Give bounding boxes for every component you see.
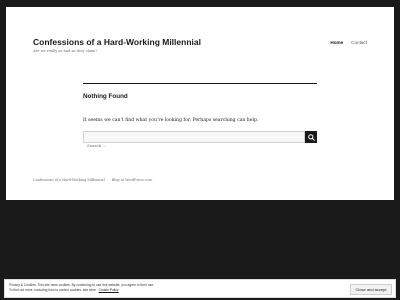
not-found-message: It seems we can’t find what you’re looki…: [83, 118, 259, 123]
footer-credit-link[interactable]: Blog at WordPress.com.: [112, 178, 153, 182]
cookie-policy-link[interactable]: Cookie Policy: [99, 288, 119, 292]
nav-item-contact[interactable]: Contact: [351, 40, 367, 45]
footer-site-link[interactable]: Confessions of a Hard-Working Millennial: [33, 178, 105, 182]
cookie-text: Privacy & Cookies: This site uses cookie…: [9, 283, 229, 293]
close-and-accept-button[interactable]: Close and accept: [350, 284, 392, 295]
site-footer: Confessions of a Hard-Working Millennial…: [33, 178, 159, 182]
search-button[interactable]: [305, 131, 317, 143]
page-content: Confessions of a Hard-Working Millennial…: [6, 7, 394, 200]
main-navigation: Home Contact: [330, 40, 367, 45]
search-icon: [307, 133, 315, 141]
cookie-text-line2: To find out more, including how to contr…: [9, 288, 97, 292]
search-input[interactable]: [84, 140, 304, 151]
site-tagline: Are we really as bad as they claim?: [33, 49, 98, 53]
nav-item-home[interactable]: Home: [330, 40, 343, 45]
cookie-banner: Privacy & Cookies: This site uses cookie…: [4, 279, 396, 298]
search-field-wrapper: [83, 131, 305, 151]
header-divider: [83, 83, 317, 84]
page-title: Nothing Found: [83, 93, 128, 100]
site-title-link[interactable]: Confessions of a Hard-Working Millennial: [33, 37, 201, 47]
